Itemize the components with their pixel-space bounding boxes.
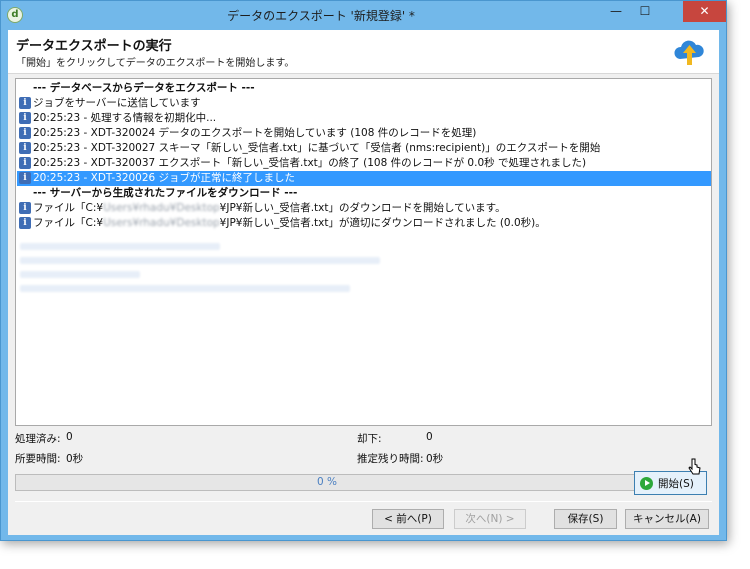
- footer-divider: [15, 501, 712, 502]
- log-panel[interactable]: --- データベースからデータをエクスポート --- i ジョブをサーバーに送信し…: [15, 78, 712, 426]
- log-separator: --- データベースからデータをエクスポート ---: [33, 82, 255, 94]
- progress-bar: 0 %: [15, 474, 639, 491]
- ghost-text: [20, 243, 220, 250]
- ghost-text: [20, 285, 350, 292]
- close-button[interactable]: ✕: [683, 1, 726, 22]
- dialog-client: データエクスポートの実行 「開始」をクリックしてデータのエクスポートを開始します…: [8, 30, 719, 535]
- next-button[interactable]: 次へ(N) >: [454, 509, 526, 529]
- elapsed-value: 0秒: [66, 453, 84, 465]
- processed-label: 処理済み:: [15, 433, 61, 445]
- ghost-text: [20, 271, 140, 278]
- cloud-upload-icon: [674, 40, 704, 65]
- log-line[interactable]: i ファイル「C:¥Users¥rhadu¥Desktop¥JP¥新しい_受信者.…: [17, 216, 711, 231]
- processed-value: 0: [66, 431, 73, 443]
- rejected-label: 却下:: [357, 433, 382, 445]
- play-icon: [640, 476, 653, 490]
- title-bar[interactable]: d データのエクスポート '新規登録' * — ☐ ✕: [1, 1, 726, 30]
- info-icon: i: [19, 142, 31, 154]
- mouse-cursor-icon: [688, 458, 701, 475]
- rejected-value: 0: [426, 431, 433, 443]
- cancel-button[interactable]: キャンセル(A): [625, 509, 709, 529]
- save-button[interactable]: 保存(S): [554, 509, 617, 529]
- log-line[interactable]: i 20:25:23 - XDT-320027 スキーマ「新しい_受信者.txt」…: [17, 141, 711, 156]
- ghost-text: [20, 257, 380, 264]
- log-line[interactable]: i ファイル「C:¥Users¥rhadu¥Desktop¥JP¥新しい_受信者.…: [17, 201, 711, 216]
- dialog-header: データエクスポートの実行 「開始」をクリックしてデータのエクスポートを開始します…: [8, 30, 719, 74]
- elapsed-label: 所要時間:: [15, 453, 61, 465]
- export-window: d データのエクスポート '新規登録' * — ☐ ✕ データエクスポートの実行…: [0, 0, 727, 541]
- page-subtitle: 「開始」をクリックしてデータのエクスポートを開始します。: [16, 58, 295, 69]
- info-icon: i: [19, 112, 31, 124]
- back-button[interactable]: < 前へ(P): [372, 509, 444, 529]
- remaining-label: 推定残り時間:: [357, 453, 424, 465]
- minimize-button[interactable]: —: [603, 1, 629, 22]
- info-icon: i: [19, 217, 31, 229]
- log-line[interactable]: i ジョブをサーバーに送信しています: [17, 96, 711, 111]
- window-title: データのエクスポート '新規登録' *: [227, 9, 415, 23]
- info-icon: i: [19, 127, 31, 139]
- maximize-button[interactable]: ☐: [632, 1, 658, 22]
- log-line[interactable]: i 20:25:23 - XDT-320024 データのエクスポートを開始していま…: [17, 126, 711, 141]
- remaining-value: 0秒: [426, 453, 444, 465]
- log-separator: --- サーバーから生成されたファイルをダウンロード ---: [33, 187, 298, 199]
- info-icon: i: [19, 97, 31, 109]
- log-line[interactable]: i 20:25:23 - 処理する情報を初期化中...: [17, 111, 711, 126]
- progress-label: 0 %: [317, 476, 337, 488]
- info-icon: i: [19, 157, 31, 169]
- log-line[interactable]: i 20:25:23 - XDT-320037 エクスポート「新しい_受信者.tx…: [17, 156, 711, 171]
- info-icon: i: [19, 172, 31, 184]
- info-icon: i: [19, 202, 31, 214]
- page-title: データエクスポートの実行: [16, 39, 172, 54]
- log-line-selected[interactable]: i 20:25:23 - XDT-320026 ジョブが正常に終了しました: [17, 171, 711, 186]
